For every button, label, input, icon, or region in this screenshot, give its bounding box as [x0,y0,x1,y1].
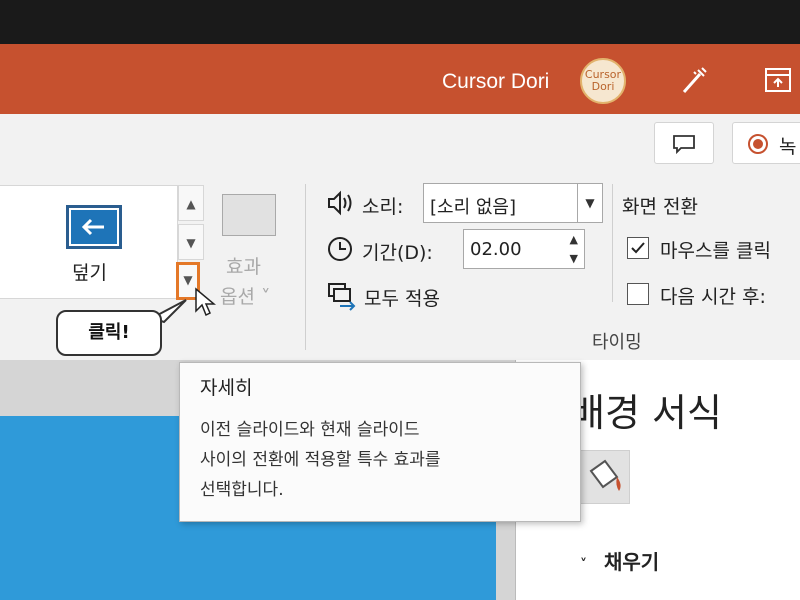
clock-icon [328,237,352,261]
gallery-scroll-up-button[interactable]: ▲ [178,185,204,221]
cover-transition-label[interactable]: 덮기 [72,258,107,285]
effect-options-icon [222,194,276,236]
record-icon [748,134,768,154]
user-name[interactable]: Cursor Dori [442,70,549,94]
speaker-icon [328,190,352,216]
checkmark-icon [631,242,645,254]
more-tooltip: 자세히 이전 슬라이드와 현재 슬라이드 사이의 전환에 적용할 특수 효과를 … [179,362,581,522]
cover-transition-icon[interactable] [66,205,122,249]
sound-value: [소리 없음] [430,197,517,218]
click-callout: 클릭! [56,310,162,356]
chevron-down-icon: ˅ [580,557,587,573]
record-label: 녹 [779,136,797,158]
group-divider [612,184,613,302]
on-mouse-click-checkbox[interactable] [627,237,649,259]
advance-slide-label: 화면 전환 [622,196,698,218]
chevron-down-icon: ▼ [183,273,193,287]
sound-label: 소리: [362,196,404,218]
paint-bucket-icon[interactable] [580,450,630,504]
chevron-up-icon: ▲ [186,197,196,211]
apply-all-button[interactable]: 모두 적용 [364,284,440,311]
magic-wand-icon[interactable] [676,62,712,98]
watermark-logo: Cursor Dori [732,536,792,596]
fill-bucket-shape [589,459,621,491]
gallery-scroll-down-button[interactable]: ▼ [178,224,204,260]
comment-icon [673,135,695,155]
duration-input[interactable]: 02.00 ▲ ▼ [463,229,585,269]
after-time-checkbox[interactable] [627,283,649,305]
timing-group-label: 타이밍 [592,332,642,353]
fill-section-header[interactable]: ˅ 채우기 [580,546,659,575]
after-time-label: 다음 시간 후: [660,286,766,308]
effect-options-label-2: 옵션 ˅ [220,286,271,308]
mouse-cursor-icon [195,287,216,317]
chevron-down-icon: ▼ [186,236,196,250]
format-pane-title: 배경 서식 [570,391,722,435]
tooltip-body: 이전 슬라이드와 현재 슬라이드 사이의 전환에 적용할 특수 효과를 선택합니… [200,420,441,500]
fill-section-label: 채우기 [603,550,660,574]
on-mouse-click-label: 마우스를 클릭 [660,240,771,262]
chevron-down-icon[interactable]: ▼ [577,184,602,222]
ribbon-display-icon[interactable] [760,62,796,98]
comments-button[interactable] [654,122,714,164]
apply-all-icon [328,283,356,311]
duration-label: 기간(D): [362,242,433,264]
avatar[interactable]: Cursor Dori [580,58,626,104]
screen-bezel [0,0,800,44]
spin-up-icon[interactable]: ▲ [570,233,578,246]
sound-select[interactable]: [소리 없음] ▼ [423,183,603,223]
tooltip-title: 자세히 [200,377,253,399]
spin-down-icon[interactable]: ▼ [570,252,578,265]
effect-options-label: 효과 [226,256,261,278]
record-button[interactable]: 녹 [732,122,800,164]
duration-value: 02.00 [470,239,522,260]
group-divider [305,184,306,350]
